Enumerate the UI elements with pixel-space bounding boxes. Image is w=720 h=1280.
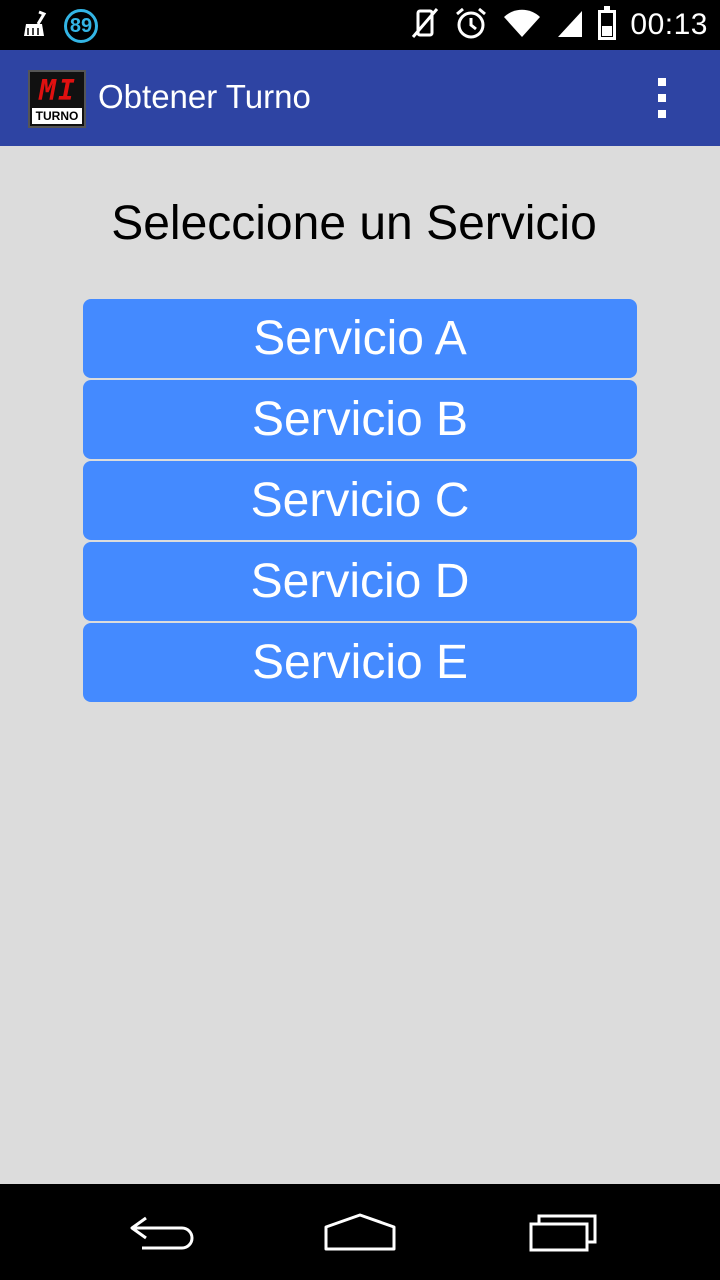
app-logo[interactable]: MI TURNO	[28, 70, 86, 128]
main-content: Seleccione un Servicio Servicio A Servic…	[0, 146, 720, 1184]
page-title: Obtener Turno	[98, 78, 311, 115]
service-e-button[interactable]: Servicio E	[83, 623, 637, 702]
service-heading: Seleccione un Servicio	[111, 197, 597, 250]
action-bar: MI TURNO Obtener Turno	[0, 50, 720, 146]
back-icon[interactable]	[115, 1204, 205, 1260]
signal-icon	[556, 7, 584, 44]
status-bar-notifications: 89	[22, 6, 98, 46]
wifi-icon	[502, 7, 542, 44]
battery-icon	[598, 6, 617, 40]
service-a-button[interactable]: Servicio A	[83, 299, 637, 378]
service-b-button[interactable]: Servicio B	[83, 380, 637, 459]
status-bar-clock: 00:13	[630, 8, 708, 41]
home-icon[interactable]	[315, 1204, 405, 1260]
service-c-button[interactable]: Servicio C	[83, 461, 637, 540]
app-logo-text: TURNO	[32, 108, 82, 124]
recents-icon[interactable]	[518, 1204, 608, 1260]
service-d-button[interactable]: Servicio D	[83, 542, 637, 621]
app-logo-digits: MI	[39, 74, 77, 107]
notification-badge-icon: 89	[64, 9, 98, 43]
status-bar: 89 00:13	[0, 0, 720, 50]
status-bar-system: 00:13	[410, 5, 708, 45]
alarm-clock-icon	[454, 6, 488, 45]
navigation-bar	[0, 1184, 720, 1280]
vibrate-silent-icon	[410, 7, 440, 44]
overflow-menu-icon[interactable]	[644, 74, 680, 122]
cleaner-broom-icon	[22, 10, 48, 43]
